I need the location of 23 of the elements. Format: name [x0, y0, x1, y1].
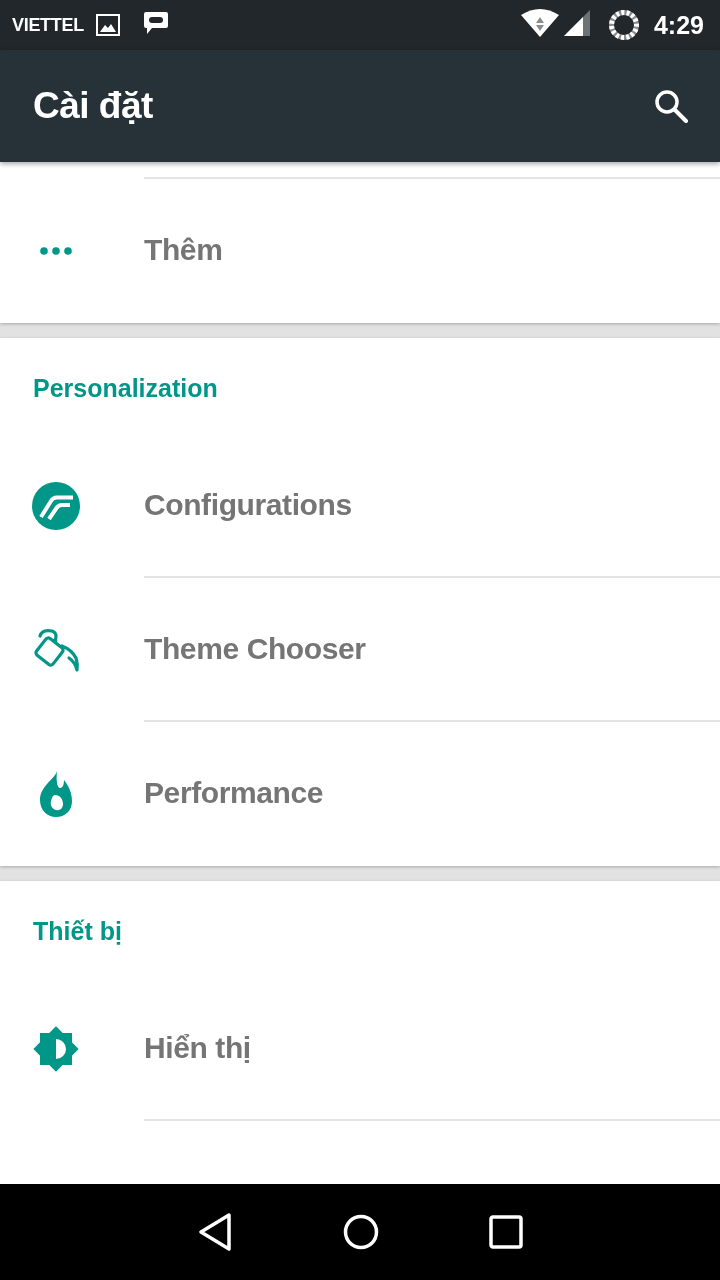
recents-square-icon[interactable]: [489, 1215, 523, 1249]
back-icon[interactable]: [197, 1212, 233, 1252]
setting-item-label[interactable]: Theme Chooser: [144, 632, 366, 666]
paint-bucket-icon: [32, 628, 80, 672]
home-circle-icon[interactable]: [343, 1214, 379, 1250]
setting-item-label[interactable]: Configurations: [144, 488, 352, 522]
setting-item-label[interactable]: Hiển thị: [144, 1031, 251, 1065]
setting-item-label[interactable]: Thêm: [144, 233, 223, 267]
wifi-icon: [520, 9, 559, 37]
message-icon: [142, 11, 169, 35]
section-header: Thiết bị: [33, 916, 122, 946]
setting-item-label[interactable]: Performance: [144, 776, 323, 810]
clock-time: 4:29: [653, 10, 704, 40]
signal-icon: [563, 10, 590, 36]
striped-circle-icon: [32, 482, 80, 530]
image-icon: [95, 14, 120, 36]
progress-ring-icon: [607, 9, 640, 41]
flame-icon: [38, 770, 74, 818]
page-title: Cài đặt: [33, 85, 154, 127]
section-header: Personalization: [33, 373, 218, 403]
more-dots-icon: [40, 247, 72, 255]
search-icon[interactable]: [654, 89, 688, 123]
carrier-name: VIETTEL: [12, 14, 84, 36]
